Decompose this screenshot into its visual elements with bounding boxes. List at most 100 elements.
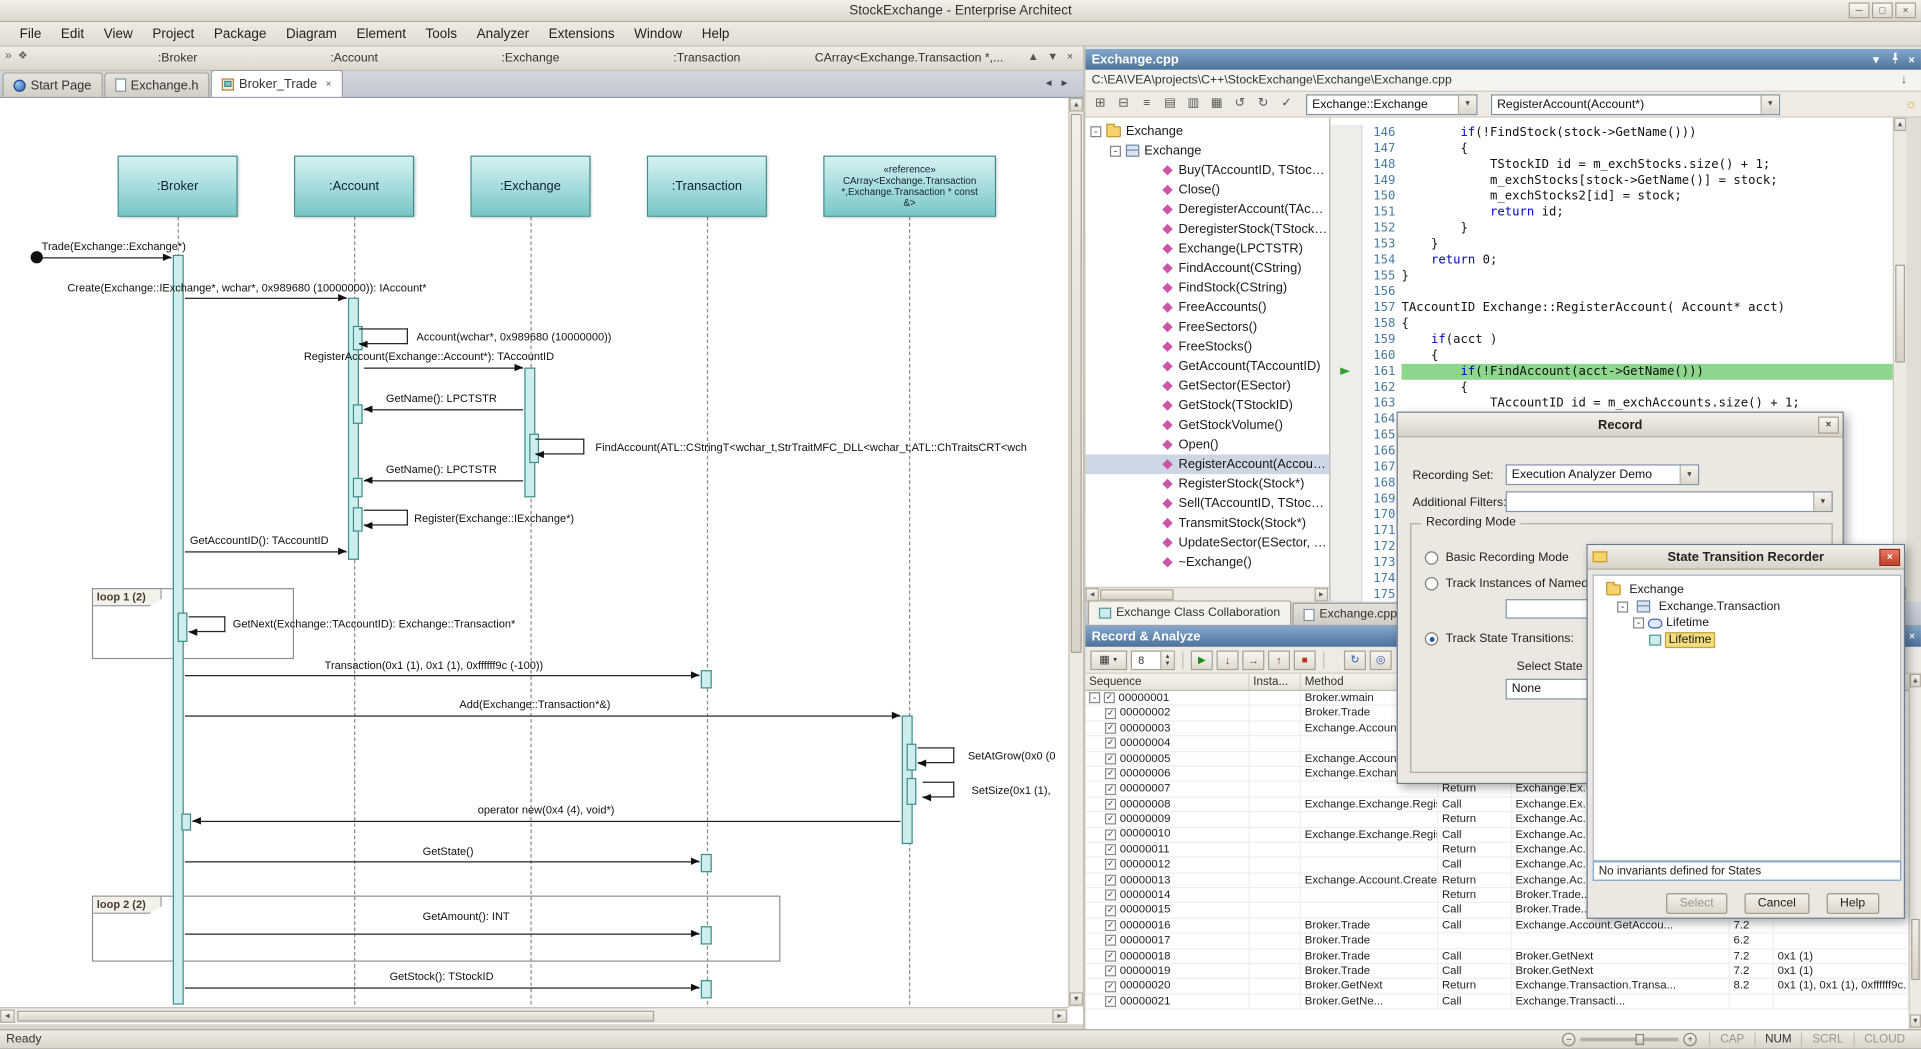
- list-view-icon[interactable]: ≡: [1136, 94, 1158, 114]
- str-dialog-titlebar[interactable]: State Transition Recorder ×: [1588, 545, 1904, 570]
- tree-item-exchange[interactable]: Exchange: [1594, 582, 1900, 599]
- table-row[interactable]: ✓00000018Broker.TradeCallBroker.GetNext7…: [1085, 949, 1908, 964]
- message-label[interactable]: Account(wchar*, 0x989680 (10000000)): [417, 331, 612, 343]
- tree-item-method[interactable]: ~Exchange(): [1085, 553, 1329, 573]
- details-view-icon[interactable]: ▤: [1159, 94, 1181, 114]
- row-checkbox[interactable]: ✓: [1105, 723, 1116, 734]
- chevron-right-icon[interactable]: »: [5, 49, 12, 62]
- tree-item-class[interactable]: - Exchange: [1085, 141, 1329, 161]
- step-into-button[interactable]: ↓: [1217, 650, 1239, 670]
- table-vertical-scrollbar[interactable]: ▲ ▼: [1909, 674, 1921, 1029]
- collapse-icon[interactable]: -: [1617, 601, 1628, 612]
- tree-item-exchange-transaction[interactable]: -Exchange.Transaction: [1594, 598, 1900, 615]
- tree-item-lifetime[interactable]: Lifetime: [1594, 632, 1900, 649]
- message-label[interactable]: Add(Exchange::Transaction*&): [459, 698, 610, 710]
- row-checkbox[interactable]: ✓: [1105, 890, 1116, 901]
- pin-icon[interactable]: ❖: [18, 49, 28, 62]
- menu-item-tools[interactable]: Tools: [416, 24, 467, 44]
- tab-scroll-left-icon[interactable]: ◄: [1044, 77, 1054, 88]
- scroll-down-icon[interactable]: ▼: [1070, 992, 1083, 1005]
- message-label[interactable]: GetName(): LPCTSTR: [386, 392, 497, 404]
- collapse-all-icon[interactable]: ⊟: [1112, 94, 1134, 114]
- lifeline-head[interactable]: :Broker: [118, 156, 238, 217]
- tree-item-method[interactable]: Sell(TAccountID, TStockID, U...: [1085, 494, 1329, 514]
- menu-item-help[interactable]: Help: [692, 24, 739, 44]
- row-checkbox[interactable]: ✓: [1105, 875, 1116, 886]
- message-label[interactable]: operator new(0x4 (4), void*): [478, 804, 615, 816]
- tree-item-method[interactable]: Buy(TAccountID, TStockID, U...: [1085, 160, 1329, 180]
- view-mode-dropdown[interactable]: ▦▼: [1090, 650, 1127, 670]
- message-label[interactable]: SetAtGrow(0x0 (0: [968, 750, 1056, 762]
- collapse-icon[interactable]: -: [1089, 692, 1100, 703]
- table-row[interactable]: ✓00000020Broker.GetNextReturnExchange.Tr…: [1085, 979, 1908, 994]
- tree-item-method[interactable]: GetStockVolume(): [1085, 415, 1329, 435]
- radio-icon[interactable]: [1425, 577, 1438, 590]
- scroll-up-icon[interactable]: ▲: [1894, 118, 1906, 131]
- row-checkbox[interactable]: ✓: [1104, 692, 1115, 703]
- split-view-icon[interactable]: ▥: [1182, 94, 1204, 114]
- lifeline-head[interactable]: :Account: [294, 156, 414, 217]
- tree-item-method[interactable]: Open(): [1085, 435, 1329, 455]
- diagram-vertical-scrollbar[interactable]: ▲ ▼: [1068, 98, 1083, 1007]
- recording-set-combobox[interactable]: Execution Analyzer Demo ▼: [1506, 464, 1700, 485]
- message-label[interactable]: Trade(Exchange::Exchange*): [42, 240, 186, 252]
- scroll-up-icon[interactable]: ▲: [1028, 50, 1039, 62]
- row-checkbox[interactable]: ✓: [1105, 920, 1116, 931]
- select-button[interactable]: Select: [1666, 893, 1727, 914]
- menu-item-package[interactable]: Package: [204, 24, 276, 44]
- message-label[interactable]: FindAccount(ATL::CStringT<wchar_t,StrTra…: [595, 441, 1026, 453]
- row-checkbox[interactable]: ✓: [1105, 783, 1116, 794]
- lifeline-head[interactable]: «reference»CArray<Exchange.Transaction*,…: [823, 156, 996, 217]
- stop-button[interactable]: ■: [1294, 650, 1316, 670]
- close-icon[interactable]: ×: [1908, 53, 1914, 65]
- message-label[interactable]: GetName(): LPCTSTR: [386, 463, 497, 475]
- scroll-up-icon[interactable]: ▲: [1910, 674, 1921, 687]
- menu-item-view[interactable]: View: [94, 24, 143, 44]
- diagram-horizontal-scrollbar[interactable]: ◄ ►: [0, 1007, 1068, 1023]
- scrollbar-thumb[interactable]: [1100, 589, 1174, 600]
- row-checkbox[interactable]: ✓: [1105, 753, 1116, 764]
- row-checkbox[interactable]: ✓: [1105, 738, 1116, 749]
- message-label[interactable]: Register(Exchange::IExchange*): [414, 512, 574, 524]
- tab-exchange-cpp[interactable]: Exchange.cpp: [1292, 603, 1408, 625]
- message-label[interactable]: SetSize(0x1 (1),: [972, 784, 1051, 796]
- tree-item-method[interactable]: FreeStocks(): [1085, 337, 1329, 357]
- tab-broker-trade[interactable]: Broker_Trade×: [211, 70, 343, 97]
- scope-combobox[interactable]: Exchange::Exchange ▼: [1306, 94, 1478, 115]
- close-icon[interactable]: ×: [326, 78, 332, 89]
- expand-all-icon[interactable]: ⊞: [1089, 94, 1111, 114]
- tree-item-method[interactable]: RegisterStock(Stock*): [1085, 474, 1329, 494]
- message-label[interactable]: Transaction(0x1 (1), 0x1 (1), 0xffffff9c…: [325, 659, 544, 671]
- tab-start-page[interactable]: Start Page: [2, 72, 102, 97]
- column-header[interactable]: Insta...: [1250, 674, 1301, 690]
- scrollbar-thumb[interactable]: [1071, 114, 1082, 653]
- close-icon[interactable]: ×: [1067, 50, 1073, 62]
- step-out-button[interactable]: ↑: [1268, 650, 1290, 670]
- message-label[interactable]: GetNext(Exchange::TAccountID): Exchange:…: [233, 617, 516, 629]
- row-checkbox[interactable]: ✓: [1105, 966, 1116, 977]
- menu-item-analyzer[interactable]: Analyzer: [467, 24, 539, 44]
- menu-item-file[interactable]: File: [10, 24, 51, 44]
- table-row[interactable]: ✓00000021Broker.GetNe...CallExchange.Tra…: [1085, 995, 1908, 1010]
- tree-item-method[interactable]: FindAccount(CString): [1085, 258, 1329, 278]
- close-icon[interactable]: ×: [1818, 417, 1839, 434]
- member-combobox[interactable]: RegisterAccount(Account*) ▼: [1491, 94, 1780, 115]
- tree-item-package[interactable]: - Exchange: [1085, 121, 1329, 141]
- chevron-down-icon[interactable]: ▼: [1870, 53, 1881, 65]
- tree-item-method[interactable]: Close(): [1085, 180, 1329, 200]
- tab-exchange-class-collaboration[interactable]: Exchange Class Collaboration: [1088, 600, 1291, 625]
- row-checkbox[interactable]: ✓: [1105, 935, 1116, 946]
- menu-item-diagram[interactable]: Diagram: [276, 24, 347, 44]
- zoom-slider-thumb[interactable]: [1636, 1034, 1645, 1045]
- scrollbar-thumb[interactable]: [1911, 919, 1920, 980]
- table-row[interactable]: ✓00000017Broker.Trade6.2: [1085, 934, 1908, 949]
- tree-item-method[interactable]: DeregisterAccount(TAccountI...: [1085, 200, 1329, 220]
- row-checkbox[interactable]: ✓: [1105, 708, 1116, 719]
- scroll-left-icon[interactable]: ◄: [0, 1009, 15, 1022]
- pin-icon[interactable]: [1890, 53, 1900, 66]
- zoom-slider[interactable]: [1581, 1038, 1679, 1042]
- chevron-down-icon[interactable]: ▼: [1458, 95, 1476, 113]
- scroll-right-icon[interactable]: ►: [1052, 1009, 1067, 1022]
- row-checkbox[interactable]: ✓: [1105, 799, 1116, 810]
- additional-filters-combobox[interactable]: ▼: [1506, 491, 1833, 512]
